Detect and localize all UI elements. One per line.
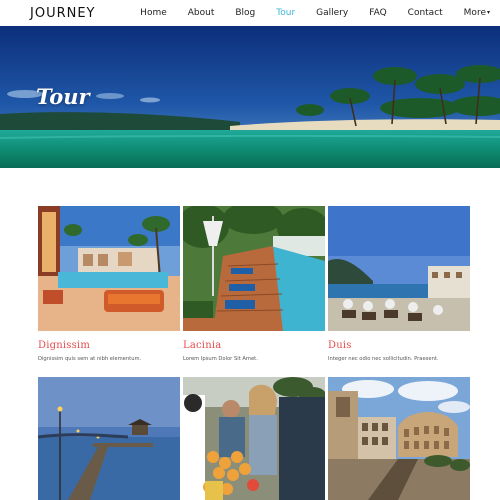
tour-title[interactable]: Duis [328, 340, 470, 351]
tour-card[interactable] [38, 377, 180, 500]
tour-image[interactable] [38, 206, 180, 331]
nav-contact[interactable]: Contact [408, 8, 443, 18]
nav-more[interactable]: More▾ [464, 8, 490, 18]
nav-faq[interactable]: FAQ [369, 8, 386, 18]
tour-image[interactable] [183, 377, 325, 500]
nav-home[interactable]: Home [140, 8, 167, 18]
main-nav: Home About Blog Tour Gallery FAQ Contact… [119, 8, 490, 18]
hero-banner: Tour [0, 26, 500, 168]
tour-card[interactable]: Duis Integer nec odio nec sollicitudin. … [328, 206, 470, 362]
tour-description: Lorem Ipsum Dolor Sit Amet. [183, 356, 258, 362]
tour-card[interactable] [328, 377, 470, 500]
tour-title[interactable]: Dignissim [38, 340, 180, 351]
tour-title[interactable]: Lacinia [183, 340, 325, 351]
tour-card[interactable]: Dignissim Dignissim quis sem at nibh ele… [38, 206, 180, 362]
page-title: Tour [36, 84, 90, 109]
nav-more-label: More [463, 8, 486, 18]
site-logo[interactable]: JOURNEY [30, 6, 96, 21]
nav-tour[interactable]: Tour [276, 8, 295, 18]
nav-gallery[interactable]: Gallery [316, 8, 348, 18]
tour-description: Integer nec odio nec sollicitudin. Praes… [328, 356, 439, 362]
tour-image[interactable] [38, 377, 180, 500]
tour-description: Dignissim quis sem at nibh elementum. [38, 356, 142, 362]
chevron-down-icon: ▾ [486, 9, 490, 16]
tour-image[interactable] [328, 377, 470, 500]
site-header: JOURNEY Home About Blog Tour Gallery FAQ… [0, 0, 500, 26]
tour-card[interactable]: Lacinia Lorem Ipsum Dolor Sit Amet. [183, 206, 325, 362]
tour-image[interactable] [183, 206, 325, 331]
tour-image[interactable] [328, 206, 470, 331]
nav-blog[interactable]: Blog [235, 8, 255, 18]
tour-card[interactable] [183, 377, 325, 500]
nav-about[interactable]: About [188, 8, 215, 18]
